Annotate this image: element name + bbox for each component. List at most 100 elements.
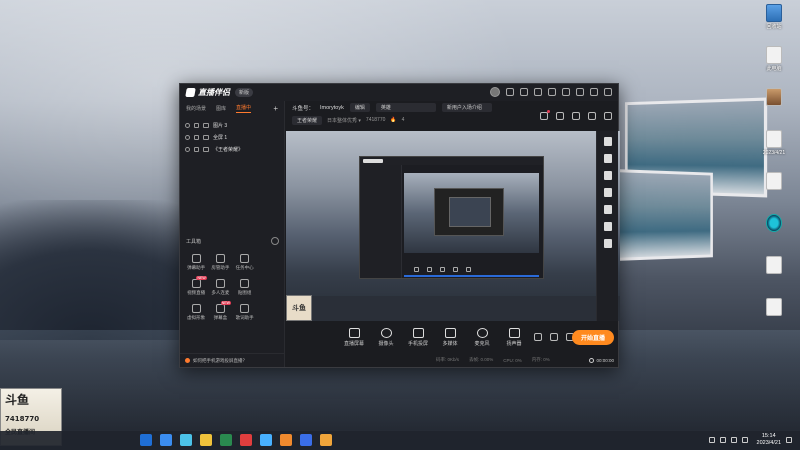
more-icon[interactable] [271,237,279,245]
chat-icon[interactable] [534,88,542,96]
avatar[interactable] [490,87,500,97]
tab-my-scenes[interactable]: 我的场景 [186,105,206,112]
phone-cast-button[interactable]: 手机投屏 [406,327,430,347]
stream-preview[interactable]: 斗鱼 [286,131,620,321]
minimize-icon[interactable] [576,88,584,96]
taskbar-app-icon[interactable] [240,434,252,446]
eye-icon[interactable] [185,146,190,152]
desktop-icon-app[interactable] [754,214,794,256]
scene-item[interactable]: 全屏 1 [180,131,284,143]
share-icon[interactable] [604,112,612,120]
maximize-icon[interactable] [590,88,598,96]
screen-icon[interactable] [548,88,556,96]
gift-icon[interactable] [540,110,550,120]
tool-danmu[interactable]: 弹幕助手 [184,254,208,271]
camera-button[interactable]: 摄像头 [374,327,398,347]
tool-video-live[interactable]: NEW 视频直播 [184,276,208,296]
taskbar-app-icon[interactable] [300,434,312,446]
edit-button[interactable]: 编辑 [349,103,370,112]
taskbar-app-icon[interactable] [320,434,332,446]
close-icon[interactable] [604,88,612,96]
desktop-icon-file3[interactable] [754,298,794,340]
tool-label: 弹幕助手 [187,265,206,270]
microphone-button[interactable]: 麦克风 [470,327,494,347]
tool-danmu-box[interactable]: NEW 弹幕盒 [208,301,232,321]
status-cpu: CPU: 0% [503,357,522,363]
image-icon [203,122,209,128]
add-scene-icon[interactable]: + [273,104,278,113]
desktop-icon-label: 此电脑 [766,66,782,72]
eye-icon[interactable] [185,122,190,128]
strip-icon [603,239,612,248]
desktop-icon-file[interactable]: 2023/4/21 [754,130,794,172]
preview-eye-icon[interactable] [550,333,558,341]
taskbar-app-icon[interactable] [140,434,152,446]
chevron-up-icon[interactable] [708,437,715,443]
message-icon[interactable] [506,88,514,96]
desktop-icons: 回收站 此电脑 2023/4/21 [754,4,794,340]
lock-icon[interactable] [194,146,199,152]
lock-icon[interactable] [556,112,564,120]
tab-gallery[interactable]: 图库 [216,105,226,112]
room-field-2[interactable]: 新用户入场介绍 [441,103,492,112]
room-tag[interactable]: 日本整体优秀 ▾ [327,117,361,124]
desktop-icon-recycle[interactable]: 回收站 [754,4,794,46]
tool-tasks[interactable]: 任务中心 [233,254,257,271]
mail-icon[interactable] [520,88,528,96]
category-pill[interactable]: 王者荣耀 [292,115,323,125]
taskbar-app-icon[interactable] [260,434,272,446]
record-icon[interactable] [534,333,542,341]
version-pill[interactable]: 新版 [235,88,254,97]
strip-icon [603,222,612,231]
tool-multi-mic[interactable]: 多人连麦 [208,279,232,296]
nested-ctl [453,266,458,272]
bell-icon[interactable] [588,112,596,120]
media-button[interactable]: 多媒体 [438,327,462,347]
menu-icon[interactable] [562,88,570,96]
taskbar-app-icon[interactable] [200,434,212,446]
network-icon[interactable] [719,437,726,443]
taskbar-app-icon[interactable] [160,434,172,446]
file-icon [766,172,782,190]
screen-capture-button[interactable]: 直播屏幕 [342,327,366,347]
nested-logo [363,159,383,163]
tip-bar[interactable]: 如何把手机游戏投屏直播？ [180,353,285,367]
game-icon [203,146,209,152]
notification-icon[interactable] [786,437,792,443]
scene-item[interactable]: 图片 3 [180,119,284,131]
scene-item[interactable]: 《王者荣耀》 [180,143,284,155]
taskbar-app-icon[interactable] [280,434,292,446]
nested-controls [404,264,539,274]
tool-sticker[interactable]: 贴图组 [233,279,257,296]
app-titlebar: 直播伴侣 新版 [180,84,618,101]
desktop-icon-doc[interactable] [754,172,794,214]
tool-lyrics[interactable]: 歌词助手 [233,304,257,321]
desktop-icon-file2[interactable] [754,256,794,298]
tab-live[interactable]: 直播中 [236,104,252,113]
lock-icon[interactable] [194,122,199,128]
room-field-1[interactable]: 英雄 [375,103,436,112]
nested-preview [404,173,539,253]
eye-icon[interactable] [185,134,190,140]
taskbar-app-icon[interactable] [180,434,192,446]
source-controls: 直播屏幕 摄像头 手机投屏 多媒体 麦克风 扬声器 开始直播 [286,323,620,351]
control-label: 直播屏幕 [343,340,364,347]
scene-tabs: 我的场景 图库 直播中 + [180,101,284,115]
taskbar-clock[interactable]: 15:14 2023/4/21 [757,433,781,447]
strip-icon [603,154,612,163]
tool-room-admin[interactable]: 房管助手 [208,254,232,271]
shop-icon[interactable] [572,112,580,120]
volume-icon[interactable] [730,437,737,443]
start-live-button[interactable]: 开始直播 [571,330,614,345]
desktop-icon-pc[interactable]: 此电脑 [754,46,794,88]
tool-label: 任务中心 [235,265,254,270]
nested-ctl [427,266,432,272]
admin-icon [215,254,225,263]
tool-avatar[interactable]: 虚拟形象 [184,304,208,321]
desktop-icon-photo[interactable] [754,88,794,130]
lock-icon[interactable] [194,134,199,140]
overlay-room-number: 7418770 [5,415,40,423]
taskbar-app-icon[interactable] [220,434,232,446]
speaker-button[interactable]: 扬声器 [502,327,526,347]
ime-icon[interactable] [741,437,748,443]
